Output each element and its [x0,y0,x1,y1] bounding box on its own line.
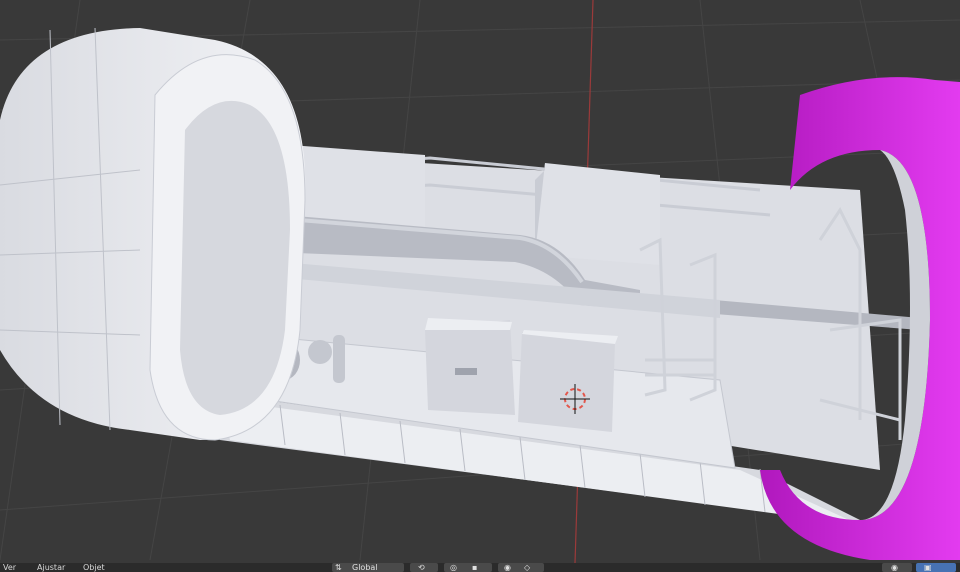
cabinet-right[interactable] [518,330,618,432]
menu-object[interactable]: Objet [80,563,108,572]
viewport-header: Ver Ajustar Objet ⇅ Global ⟲ ◎ ▪ ◉ ◇ ◉ ▣ [0,563,960,572]
menu-view[interactable]: Ver [0,563,19,572]
eye-icon[interactable]: ◉ [882,563,912,572]
proportional-edit-icon[interactable]: ◉ ◇ [498,563,544,572]
snap-magnet-icon[interactable]: ◎ ▪ [444,563,492,572]
cabinet-left[interactable] [425,318,515,415]
overlays-icon[interactable]: ▣ [916,563,956,572]
menu-select[interactable]: Ajustar [34,563,68,572]
3d-viewport[interactable] [0,0,960,572]
transform-orientation-icon: ⇅ [335,563,342,572]
transform-orientation-dropdown[interactable]: ⇅ Global [332,563,404,572]
pivot-point-icon[interactable]: ⟲ [410,563,438,572]
front-ring[interactable] [0,27,306,441]
transform-orientation-value: Global [352,563,378,572]
viewport-canvas[interactable] [0,0,960,572]
